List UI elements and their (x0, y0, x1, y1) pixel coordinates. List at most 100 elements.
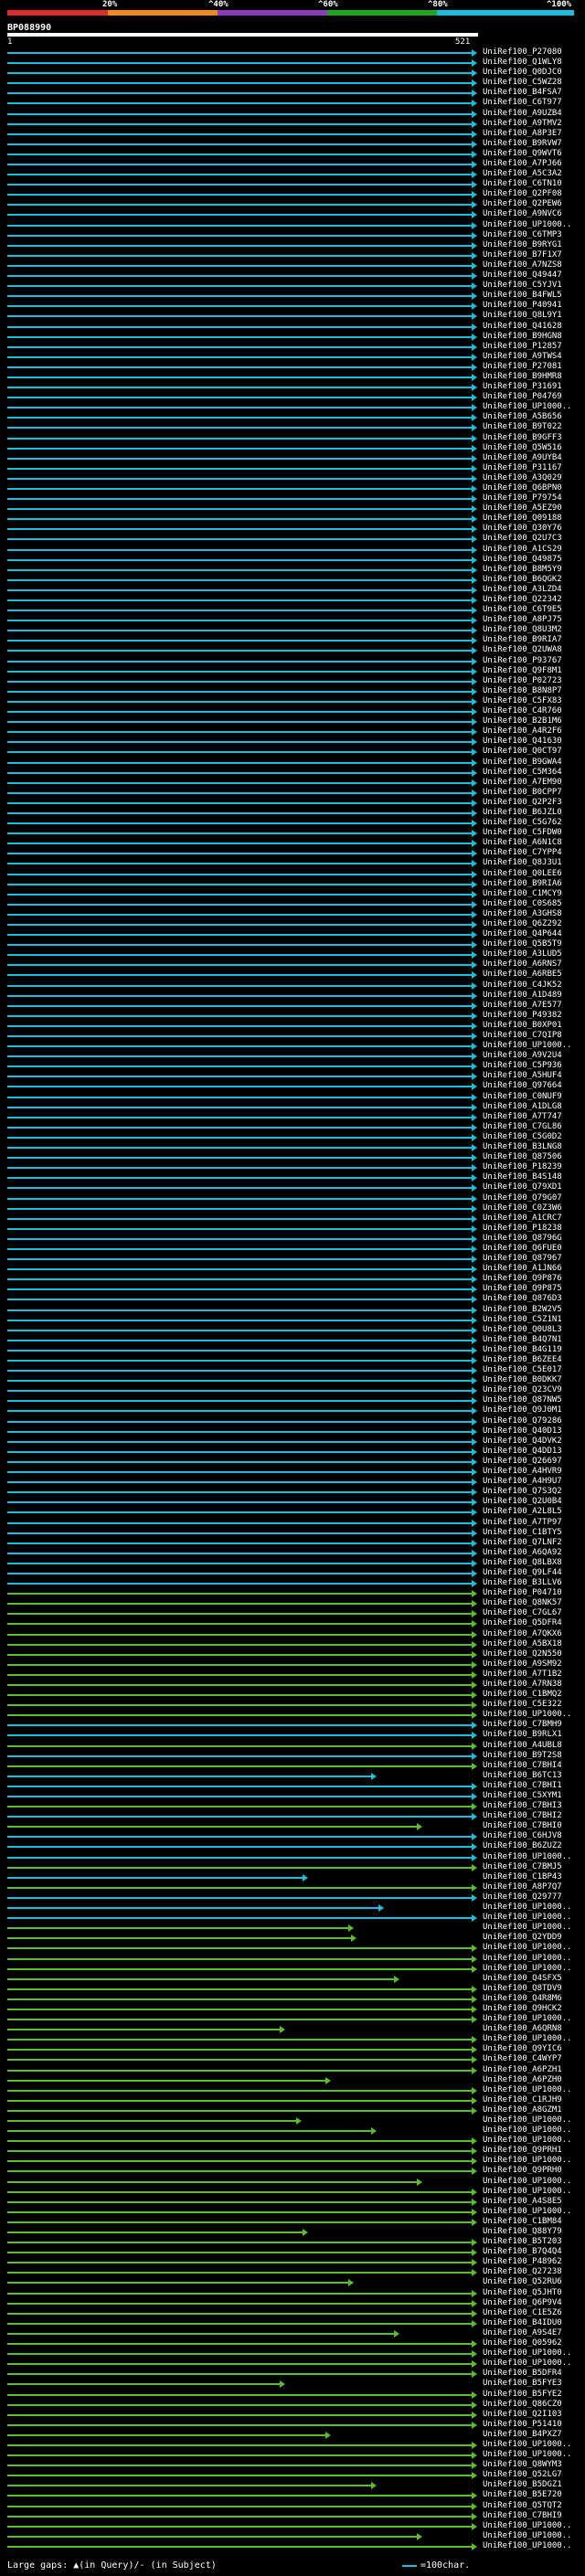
hit-label[interactable]: UniRef100_C5FDW0 (483, 828, 562, 838)
hit-label[interactable]: UniRef100_B9T2S8 (483, 1751, 562, 1761)
hit-row[interactable]: UniRef100_Q8U3M2 (0, 625, 585, 635)
hit-row[interactable]: UniRef100_UP1000.. (0, 2136, 585, 2146)
hit-row[interactable]: UniRef100_Q5W516 (0, 443, 585, 453)
hit-label[interactable]: UniRef100_A9UZB4 (483, 109, 562, 119)
hit-label[interactable]: UniRef100_P49382 (483, 1011, 562, 1021)
hit-row[interactable]: UniRef100_Q6BPN0 (0, 483, 585, 493)
hit-label[interactable]: UniRef100_Q09188 (483, 514, 562, 524)
hit-label[interactable]: UniRef100_B2W2V5 (483, 1305, 562, 1315)
hit-label[interactable]: UniRef100_Q40D13 (483, 1426, 562, 1436)
hit-label[interactable]: UniRef100_C7BMH9 (483, 1720, 562, 1730)
hit-row[interactable]: UniRef100_UP1000.. (0, 2187, 585, 2197)
hit-label[interactable]: UniRef100_B2B1M6 (483, 716, 562, 726)
hit-row[interactable]: UniRef100_Q7LNF2 (0, 1538, 585, 1548)
hit-label[interactable]: UniRef100_UP1000.. (483, 402, 572, 412)
hit-row[interactable]: UniRef100_C6HJV8 (0, 1831, 585, 1841)
hit-row[interactable]: UniRef100_UP1000.. (0, 2034, 585, 2044)
hit-row[interactable]: UniRef100_P18239 (0, 1162, 585, 1172)
hit-label[interactable]: UniRef100_A7NZS8 (483, 260, 562, 270)
hit-label[interactable]: UniRef100_A4UBL8 (483, 1741, 562, 1751)
hit-row[interactable]: UniRef100_C7GL67 (0, 1608, 585, 1618)
hit-row[interactable]: UniRef100_A1CS29 (0, 545, 585, 555)
hit-row[interactable]: UniRef100_Q87967 (0, 1254, 585, 1264)
hit-row[interactable]: UniRef100_B0DKK7 (0, 1375, 585, 1385)
hit-row[interactable]: UniRef100_C1BM84 (0, 2217, 585, 2227)
hit-row[interactable]: UniRef100_C5WZ28 (0, 78, 585, 88)
hit-row[interactable]: UniRef100_A4R2F6 (0, 726, 585, 737)
hit-row[interactable]: UniRef100_B4IDU0 (0, 2318, 585, 2328)
hit-row[interactable]: UniRef100_UP1000.. (0, 2177, 585, 2187)
hit-row[interactable]: UniRef100_C7BHI3 (0, 1801, 585, 1811)
hit-label[interactable]: UniRef100_A6QA92 (483, 1548, 562, 1558)
hit-row[interactable]: UniRef100_C6T9E5 (0, 605, 585, 615)
hit-label[interactable]: UniRef100_C4JK52 (483, 981, 562, 991)
hit-row[interactable]: UniRef100_A7PJ66 (0, 159, 585, 169)
hit-row[interactable]: UniRef100_A7TP97 (0, 1518, 585, 1528)
hit-row[interactable]: UniRef100_Q49447 (0, 270, 585, 281)
hit-row[interactable]: UniRef100_Q26697 (0, 1457, 585, 1467)
hit-row[interactable]: UniRef100_B2B1M6 (0, 716, 585, 726)
hit-row[interactable]: UniRef100_A3LZD4 (0, 585, 585, 595)
hit-label[interactable]: UniRef100_B4IDU0 (483, 2318, 562, 2328)
hit-label[interactable]: UniRef100_B3LLV6 (483, 1578, 562, 1588)
hit-label[interactable]: UniRef100_C0S685 (483, 899, 562, 909)
hit-label[interactable]: UniRef100_A3GHS8 (483, 909, 562, 919)
hit-row[interactable]: UniRef100_Q0CT97 (0, 747, 585, 757)
hit-label[interactable]: UniRef100_C6T9E5 (483, 605, 562, 615)
hit-label[interactable]: UniRef100_A2L8L5 (483, 1507, 562, 1517)
hit-label[interactable]: UniRef100_A4HVR9 (483, 1467, 562, 1477)
hit-row[interactable]: UniRef100_B3LLV6 (0, 1578, 585, 1588)
hit-label[interactable]: UniRef100_Q29777 (483, 1892, 562, 1903)
hit-label[interactable]: UniRef100_B9HMR8 (483, 372, 562, 382)
hit-label[interactable]: UniRef100_B6QGK2 (483, 575, 562, 585)
hit-row[interactable]: UniRef100_B9T2S8 (0, 1751, 585, 1761)
hit-row[interactable]: UniRef100_Q29777 (0, 1892, 585, 1903)
hit-label[interactable]: UniRef100_C6T977 (483, 98, 562, 108)
hit-row[interactable]: UniRef100_A9UYB4 (0, 453, 585, 463)
hit-row[interactable]: UniRef100_Q2U7C3 (0, 534, 585, 544)
hit-label[interactable]: UniRef100_A1CRC7 (483, 1214, 562, 1224)
hit-label[interactable]: UniRef100_B7Q4Q4 (483, 2247, 562, 2257)
hit-label[interactable]: UniRef100_C1MCY9 (483, 889, 562, 899)
hit-label[interactable]: UniRef100_A1JN66 (483, 1264, 562, 1274)
hit-row[interactable]: UniRef100_A6RNS7 (0, 959, 585, 970)
hit-label[interactable]: UniRef100_C0NUF9 (483, 1092, 562, 1102)
hit-row[interactable]: UniRef100_Q9J0M1 (0, 1405, 585, 1415)
hit-row[interactable]: UniRef100_A4S8E5 (0, 2197, 585, 2207)
hit-label[interactable]: UniRef100_Q52RU6 (483, 2277, 562, 2287)
hit-row[interactable]: UniRef100_Q4DD13 (0, 1447, 585, 1457)
hit-row[interactable]: UniRef100_Q52RU6 (0, 2277, 585, 2287)
hit-label[interactable]: UniRef100_A6N1C8 (483, 838, 562, 848)
hit-row[interactable]: UniRef100_B0XP01 (0, 1021, 585, 1031)
hit-row[interactable]: UniRef100_C1BP43 (0, 1872, 585, 1882)
hit-row[interactable]: UniRef100_P12857 (0, 342, 585, 352)
hit-label[interactable]: UniRef100_UP1000.. (483, 2440, 572, 2450)
hit-label[interactable]: UniRef100_A8P3E7 (483, 129, 562, 139)
hit-label[interactable]: UniRef100_A5EZ90 (483, 504, 562, 514)
hit-row[interactable]: UniRef100_A9TMV2 (0, 119, 585, 129)
hit-row[interactable]: UniRef100_C5G762 (0, 818, 585, 828)
hit-row[interactable]: UniRef100_Q23CV9 (0, 1385, 585, 1395)
hit-row[interactable]: UniRef100_Q9WVT6 (0, 149, 585, 159)
hit-label[interactable]: UniRef100_Q9LF44 (483, 1568, 562, 1578)
hit-row[interactable]: UniRef100_A7QKX6 (0, 1629, 585, 1639)
hit-row[interactable]: UniRef100_C5FDW0 (0, 828, 585, 838)
hit-label[interactable]: UniRef100_B5DFR4 (483, 2369, 562, 2379)
hit-row[interactable]: UniRef100_B5FYE3 (0, 2379, 585, 2389)
hit-label[interactable]: UniRef100_B9GFF3 (483, 433, 562, 443)
hit-label[interactable]: UniRef100_Q5TQT2 (483, 2501, 562, 2511)
hit-row[interactable]: UniRef100_Q79G07 (0, 1193, 585, 1203)
hit-label[interactable]: UniRef100_UP1000.. (483, 2115, 572, 2125)
hit-row[interactable]: UniRef100_P48962 (0, 2257, 585, 2267)
hit-row[interactable]: UniRef100_UP1000.. (0, 1903, 585, 1913)
hit-row[interactable]: UniRef100_C7BHI9 (0, 2511, 585, 2521)
hit-row[interactable]: UniRef100_C7BMH9 (0, 1720, 585, 1730)
hit-row[interactable]: UniRef100_A3LUD5 (0, 949, 585, 959)
hit-row[interactable]: UniRef100_Q9HCK2 (0, 2004, 585, 2014)
hit-label[interactable]: UniRef100_A5B656 (483, 412, 562, 422)
hit-label[interactable]: UniRef100_P27080 (483, 48, 562, 58)
hit-row[interactable]: UniRef100_Q4R8M6 (0, 1994, 585, 2004)
hit-label[interactable]: UniRef100_P48962 (483, 2257, 562, 2267)
hit-row[interactable]: UniRef100_UP1000.. (0, 2115, 585, 2125)
hit-label[interactable]: UniRef100_Q0CT97 (483, 747, 562, 757)
